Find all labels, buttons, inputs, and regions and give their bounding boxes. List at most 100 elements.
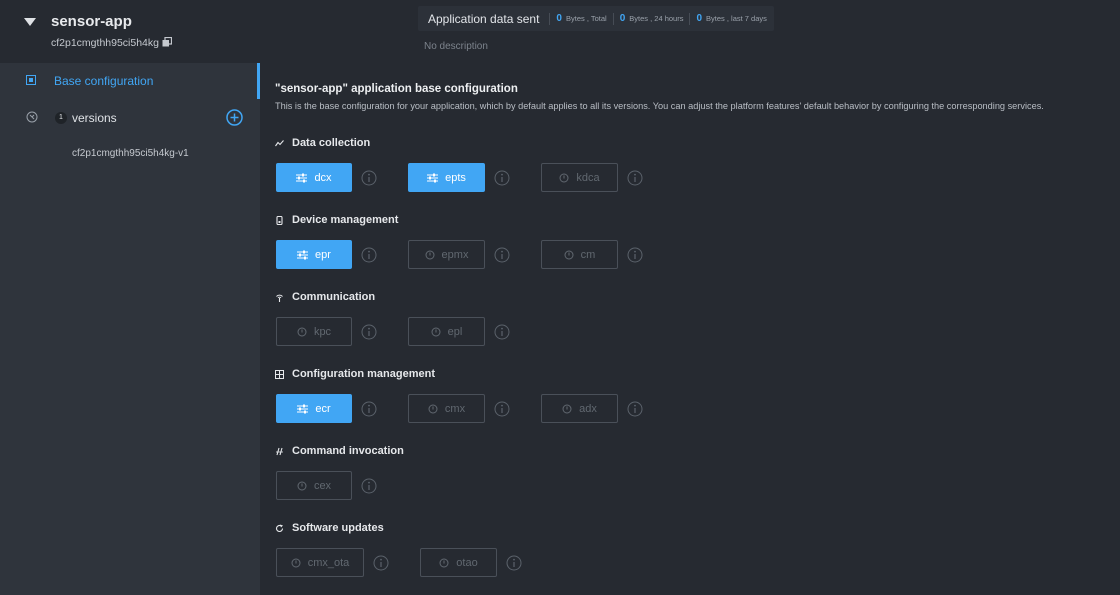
info-icon[interactable]	[361, 170, 377, 186]
main-content: "sensor-app" application base configurat…	[260, 63, 1120, 595]
power-icon	[564, 250, 574, 259]
section-header-data-collection: Data collection	[275, 136, 370, 150]
power-icon	[559, 173, 569, 182]
section-header-software-updates: Software updates	[275, 521, 384, 535]
power-icon	[562, 404, 572, 413]
feature-label: cmx	[444, 402, 466, 415]
info-icon[interactable]	[361, 478, 377, 494]
update-icon	[276, 524, 284, 532]
antenna-icon	[276, 294, 283, 302]
stats-title: Application data sent	[428, 11, 540, 26]
sliders-icon	[297, 404, 309, 413]
feature-label: kpc	[313, 325, 332, 338]
stat-24h-unit: Bytes , 24 hours	[629, 14, 684, 23]
section-title: Device management	[292, 214, 399, 226]
app-name: sensor-app	[51, 13, 132, 30]
info-icon[interactable]	[494, 170, 510, 186]
section-title: Communication	[292, 291, 376, 303]
stat-24h: 0 Bytes , 24 hours	[612, 12, 690, 25]
feature-cmx-button[interactable]: cmx	[408, 394, 485, 423]
feature-label: cex	[313, 479, 332, 492]
section-header-command-invocation: Command invocation	[275, 444, 404, 458]
page-subtitle: This is the base configuration for your …	[275, 101, 1044, 111]
section-header-device-management: Device management	[275, 213, 398, 227]
sliders-icon	[427, 173, 439, 182]
feature-epr-button[interactable]: epr	[276, 240, 352, 269]
feature-cex-button[interactable]: cex	[276, 471, 352, 500]
feature-label: epts	[445, 171, 466, 184]
sidebar-item-versions[interactable]: 1 versions	[0, 103, 260, 133]
feature-label: cmx_ota	[307, 556, 350, 569]
info-icon[interactable]	[494, 247, 510, 263]
power-icon	[425, 250, 435, 259]
grid-icon	[275, 369, 284, 379]
section-header-configuration-management: Configuration management	[275, 367, 435, 381]
stat-7d-unit: Bytes , last 7 days	[706, 14, 767, 23]
info-icon[interactable]	[627, 401, 643, 417]
stat-total-value: 0	[556, 13, 562, 24]
power-icon	[431, 327, 441, 336]
stat-total-unit: Bytes , Total	[565, 14, 607, 23]
stat-total: 0 Bytes , Total	[549, 12, 612, 25]
power-icon	[428, 404, 438, 413]
feature-otao-button[interactable]: otao	[420, 548, 497, 577]
feature-ecr-button[interactable]: ecr	[276, 394, 352, 423]
copy-icon[interactable]	[162, 37, 172, 47]
section-title: Command invocation	[292, 445, 404, 457]
feature-label: epmx	[441, 248, 469, 261]
stat-7d-value: 0	[696, 13, 703, 24]
add-version-button[interactable]	[226, 109, 243, 126]
power-icon	[291, 558, 301, 567]
feature-label: adx	[579, 402, 597, 415]
feature-dcx-button[interactable]: dcx	[276, 163, 352, 192]
feature-epmx-button[interactable]: epmx	[408, 240, 485, 269]
sidebar-version-item[interactable]: cf2p1cmgthh95ci5h4kg-v1	[72, 148, 189, 159]
section-header-communication: Communication	[275, 290, 375, 304]
power-icon	[439, 558, 449, 567]
feature-kpc-button[interactable]: kpc	[276, 317, 352, 346]
info-icon[interactable]	[494, 401, 510, 417]
sidebar: Base configuration 1 versions cf2p1cmgth…	[0, 63, 260, 595]
caret-down-icon[interactable]	[24, 17, 36, 27]
info-icon[interactable]	[494, 324, 510, 340]
feature-label: kdca	[576, 171, 600, 184]
page-title: "sensor-app" application base configurat…	[275, 83, 518, 95]
device-icon	[276, 215, 283, 225]
feature-label: ecr	[315, 402, 331, 415]
feature-label: cm	[580, 248, 596, 261]
sliders-icon	[296, 173, 308, 182]
info-icon[interactable]	[361, 401, 377, 417]
feature-adx-button[interactable]: adx	[541, 394, 618, 423]
info-icon[interactable]	[506, 555, 522, 571]
chip-icon	[26, 75, 36, 85]
power-icon	[297, 481, 307, 490]
app-id: cf2p1cmgthh95ci5h4kg	[51, 37, 159, 49]
feature-label: epl	[447, 325, 463, 338]
feature-label: dcx	[314, 171, 332, 184]
versions-icon	[26, 111, 38, 123]
feature-epts-button[interactable]: epts	[408, 163, 485, 192]
feature-cmx-ota-button[interactable]: cmx_ota	[276, 548, 364, 577]
feature-label: otao	[456, 556, 478, 569]
sidebar-item-label: versions	[72, 111, 117, 125]
info-icon[interactable]	[627, 170, 643, 186]
sidebar-item-label: Base configuration	[54, 74, 154, 88]
feature-kdca-button[interactable]: kdca	[541, 163, 618, 192]
section-title: Data collection	[292, 137, 371, 149]
feature-label: epr	[315, 248, 331, 261]
feature-epl-button[interactable]: epl	[408, 317, 485, 346]
sidebar-item-base-configuration[interactable]: Base configuration	[0, 63, 260, 99]
sliders-icon	[297, 250, 309, 259]
info-icon[interactable]	[361, 324, 377, 340]
stat-7d: 0 Bytes , last 7 days	[689, 12, 772, 25]
info-icon[interactable]	[373, 555, 389, 571]
stat-24h-value: 0	[619, 13, 626, 24]
feature-cm-button[interactable]: cm	[541, 240, 618, 269]
info-icon[interactable]	[361, 247, 377, 263]
info-icon[interactable]	[627, 247, 643, 263]
command-icon	[276, 447, 283, 455]
section-title: Software updates	[292, 522, 384, 534]
top-bar: sensor-app cf2p1cmgthh95ci5h4kg Applicat…	[0, 0, 1120, 63]
section-title: Configuration management	[292, 368, 436, 380]
power-icon	[297, 327, 307, 336]
